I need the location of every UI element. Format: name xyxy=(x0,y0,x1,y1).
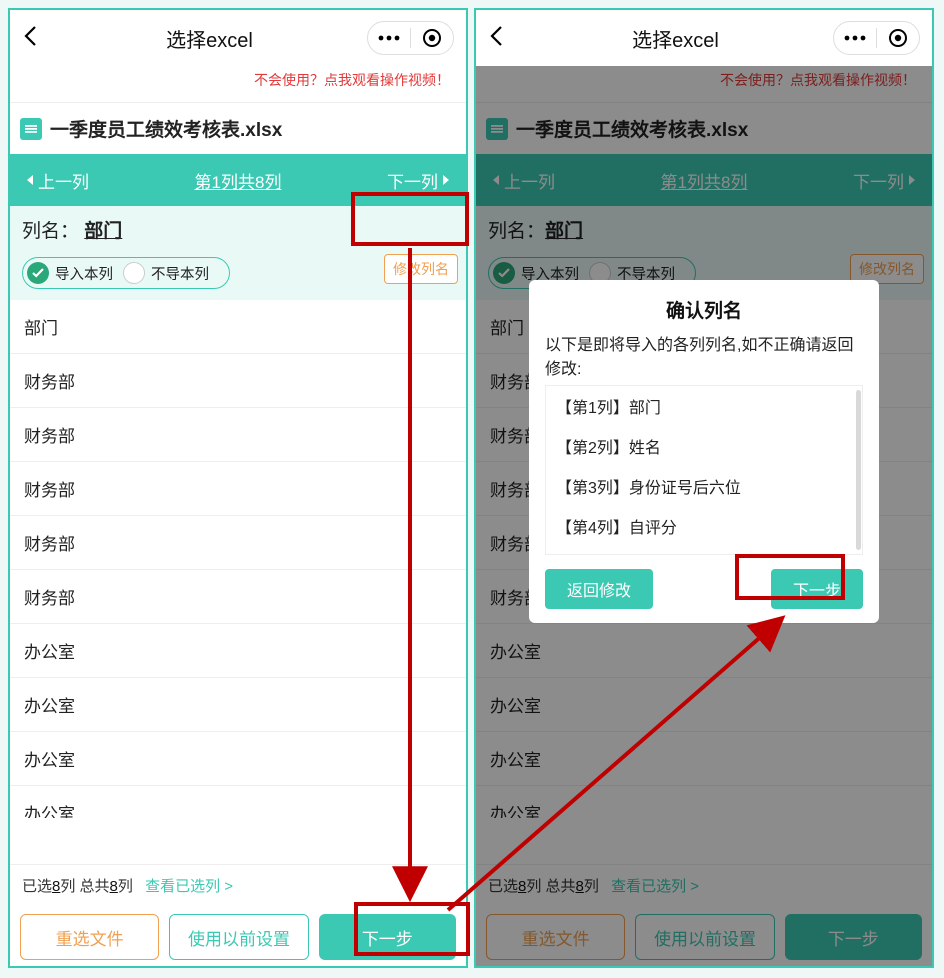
import-no-radio[interactable]: 不导本列 xyxy=(123,262,209,284)
confirm-columns-modal: 确认列名 以下是即将导入的各列列名,如不正确请返回修改: 【第1列】部门 【第2… xyxy=(529,280,879,623)
reselect-file-button[interactable]: 重选文件 xyxy=(20,914,159,960)
file-icon xyxy=(20,118,42,140)
list-item: 【第5列】部门评分 xyxy=(546,546,862,555)
column-indicator[interactable]: 第1列共8列 xyxy=(105,168,371,193)
list-item: 财务部 xyxy=(10,408,466,462)
import-radio-group: 导入本列 不导本列 xyxy=(22,257,230,289)
column-label-prefix: 列名： xyxy=(22,221,79,242)
list-item: 财务部 xyxy=(10,570,466,624)
more-icon[interactable] xyxy=(368,35,410,41)
wx-capsule[interactable] xyxy=(367,21,454,55)
more-icon[interactable] xyxy=(834,35,876,41)
back-icon[interactable] xyxy=(488,23,518,54)
next-step-button[interactable]: 下一步 xyxy=(319,914,456,960)
screen-left: 选择excel 不会使用？点我观看操作视频！ 一季度员工绩效考核表.xlsx 上 xyxy=(8,8,468,968)
help-link[interactable]: 不会使用？点我观看操作视频！ xyxy=(10,66,466,102)
modal-desc: 以下是即将导入的各列列名,如不正确请返回修改: xyxy=(545,331,863,379)
back-icon[interactable] xyxy=(22,23,52,54)
list-item: 【第3列】身份证号后六位 xyxy=(546,466,862,506)
list-item: 办公室 xyxy=(10,786,466,818)
check-icon xyxy=(27,262,49,284)
page-title: 选择excel xyxy=(52,24,367,53)
wx-capsule[interactable] xyxy=(833,21,920,55)
header-bar: 选择excel xyxy=(10,10,466,66)
import-yes-radio[interactable]: 导入本列 xyxy=(27,262,113,284)
file-bar: 一季度员工绩效考核表.xlsx xyxy=(10,102,466,154)
footer-status: 已选8列 总共8列 查看已选列 > xyxy=(10,864,466,902)
list-item: 办公室 xyxy=(10,624,466,678)
column-name: 部门 xyxy=(84,221,122,242)
target-icon[interactable] xyxy=(411,28,453,48)
column-nav: 上一列 第1列共8列 下一列 xyxy=(10,154,466,206)
next-column-button[interactable]: 下一列 xyxy=(371,168,466,193)
modal-title: 确认列名 xyxy=(545,296,863,323)
radio-off-icon xyxy=(123,262,145,284)
modal-back-button[interactable]: 返回修改 xyxy=(545,569,653,609)
footer-buttons: 重选文件 使用以前设置 下一步 xyxy=(10,914,466,960)
file-name: 一季度员工绩效考核表.xlsx xyxy=(50,115,282,142)
modal-next-button[interactable]: 下一步 xyxy=(771,569,863,609)
prev-column-button[interactable]: 上一列 xyxy=(10,168,105,193)
reuse-settings-button[interactable]: 使用以前设置 xyxy=(169,914,308,960)
list-item: 财务部 xyxy=(10,462,466,516)
list-item: 【第1列】部门 xyxy=(546,386,862,426)
list-item: 部门 xyxy=(10,300,466,354)
screen-right: 选择excel 不会使用？点我观看操作视频！ 一季度员工绩效考核表.xlsx 上… xyxy=(474,8,934,968)
list-item: 办公室 xyxy=(10,678,466,732)
list-item: 财务部 xyxy=(10,354,466,408)
list-item: 【第2列】姓名 xyxy=(546,426,862,466)
column-config: 列名： 部门 导入本列 不导本列 修改列名 xyxy=(10,206,466,300)
data-list: 部门 财务部 财务部 财务部 财务部 财务部 办公室 办公室 办公室 办公室 办… xyxy=(10,300,466,818)
view-selected-link[interactable]: 查看已选列 > xyxy=(145,878,233,895)
modal-columns-list[interactable]: 【第1列】部门 【第2列】姓名 【第3列】身份证号后六位 【第4列】自评分 【第… xyxy=(545,385,863,555)
list-item: 办公室 xyxy=(10,732,466,786)
page-title: 选择excel xyxy=(518,24,833,53)
target-icon[interactable] xyxy=(877,28,919,48)
list-item: 【第4列】自评分 xyxy=(546,506,862,546)
rename-column-button[interactable]: 修改列名 xyxy=(384,254,458,284)
list-item: 财务部 xyxy=(10,516,466,570)
